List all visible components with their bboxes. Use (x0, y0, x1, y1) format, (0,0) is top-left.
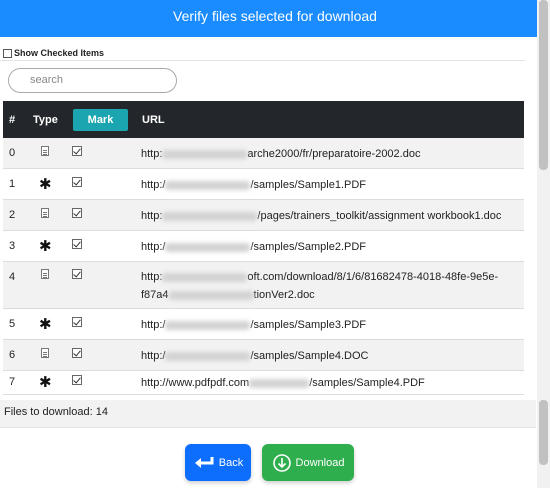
file-url: http:/ /samples/Sample2.PDF (141, 238, 519, 256)
mark-checkbox[interactable] (72, 239, 82, 249)
show-checked-label: Show Checked Items (14, 48, 105, 58)
search-input[interactable]: search (8, 68, 177, 93)
redacted-text (165, 351, 251, 361)
url-text: http:/ (141, 350, 166, 362)
show-checked-toggle[interactable]: Show Checked Items (3, 48, 104, 58)
redacted-text (165, 180, 251, 190)
url-text: /samples/Sample2.PDF (250, 241, 367, 253)
mark-checkbox[interactable] (72, 317, 82, 327)
url-text: http://www.pdfpdf.com (141, 377, 250, 389)
url-text: http:/ (141, 319, 166, 331)
mark-checkbox[interactable] (72, 375, 82, 385)
row-index: 5 (9, 318, 16, 330)
url-text: /samples/Sample3.PDF (250, 319, 367, 331)
row-index: 4 (9, 271, 16, 283)
redacted-text (165, 242, 251, 252)
url-text: /samples/Sample4.DOC (250, 350, 369, 362)
document-icon (39, 208, 51, 221)
redacted-text (162, 149, 248, 159)
asterisk-icon: ✱ (39, 176, 52, 193)
url-text: http: (141, 271, 163, 283)
file-url: http:/ /samples/Sample4.DOC (141, 347, 519, 365)
url-text: /samples/Sample4.PDF (309, 377, 425, 389)
download-button[interactable]: Download (262, 444, 354, 481)
asterisk-icon: ✱ (39, 374, 52, 391)
redacted-text (162, 272, 248, 282)
mark-button[interactable]: Mark (73, 109, 128, 131)
url-text: http:/ (141, 179, 166, 191)
column-header-url[interactable]: URL (142, 114, 165, 126)
mark-checkbox[interactable] (72, 177, 82, 187)
file-list: 0 http: arche2000/fr/preparatoire-2002.doc… (3, 138, 524, 395)
document-icon (39, 146, 51, 159)
scrollbar[interactable] (537, 0, 550, 488)
table-row[interactable]: 4 http: oft.com/download/8/1/6/81682478-40… (3, 262, 524, 309)
row-index: 7 (9, 376, 16, 388)
file-url: http:/ /samples/Sample3.PDF (141, 316, 519, 334)
url-text: f87a4 (141, 289, 169, 301)
scrollbar-thumb[interactable] (539, 0, 548, 170)
url-text: http:/ (141, 241, 166, 253)
redacted-text (249, 378, 310, 388)
asterisk-icon: ✱ (39, 238, 52, 255)
table-row[interactable]: 7 ✱ http://www.pdfpdf.com/samples/Sample4.… (3, 371, 524, 395)
document-icon (39, 269, 51, 282)
row-index: 2 (9, 209, 16, 221)
url-text: /pages/trainers_toolkit/assignment workb… (257, 210, 502, 222)
url-text: http: (141, 210, 163, 222)
column-header-type[interactable]: Type (33, 114, 58, 126)
download-label: Download (295, 456, 345, 469)
redacted-text (168, 290, 254, 300)
file-url: http://www.pdfpdf.com/samples/Sample4.PD… (141, 374, 519, 392)
column-header-index: # (9, 114, 16, 126)
table-row[interactable]: 2 http: /pages/trainers_toolkit/assignment… (3, 200, 524, 231)
url-text: /samples/Sample1.PDF (250, 179, 367, 191)
table-row[interactable]: 1 ✱ http:/ /samples/Sample1.PDF (3, 169, 524, 200)
back-button[interactable]: Back (185, 444, 251, 481)
url-text: http: (141, 148, 163, 160)
table-header: # Type Mark URL (3, 101, 524, 138)
table-row[interactable]: 6 http:/ /samples/Sample4.DOC (3, 340, 524, 371)
back-label: Back (218, 456, 244, 469)
mark-checkbox[interactable] (72, 348, 82, 358)
show-checked-checkbox[interactable] (3, 48, 12, 58)
document-icon (39, 348, 51, 361)
back-arrow-icon (193, 455, 215, 471)
mark-checkbox[interactable] (72, 269, 82, 279)
dialog-title: Verify files selected for download (0, 0, 550, 37)
url-text: oft.com/download/8/1/6/81682478-4018-48f… (247, 271, 499, 283)
file-url: http: oft.com/download/8/1/6/81682478-401… (141, 268, 519, 304)
scrollbar-thumb-lower[interactable] (539, 400, 548, 465)
table-row[interactable]: 0 http: arche2000/fr/preparatoire-2002.doc (3, 138, 524, 169)
download-circle-icon (272, 453, 292, 473)
files-count: Files to download: 14 (0, 400, 536, 428)
divider (0, 60, 525, 61)
file-url: http: arche2000/fr/preparatoire-2002.doc (141, 145, 519, 163)
file-url: http: /pages/trainers_toolkit/assignment … (141, 207, 519, 225)
url-text: tionVer2.doc (253, 289, 315, 301)
file-url: http:/ /samples/Sample1.PDF (141, 176, 519, 194)
mark-checkbox[interactable] (72, 208, 82, 218)
url-text: arche2000/fr/preparatoire-2002.doc (247, 148, 421, 160)
row-index: 1 (9, 178, 16, 190)
asterisk-icon: ✱ (39, 316, 52, 333)
row-index: 6 (9, 349, 16, 361)
redacted-text (165, 320, 251, 330)
row-index: 3 (9, 240, 16, 252)
redacted-text (162, 211, 258, 221)
row-index: 0 (9, 147, 16, 159)
mark-checkbox[interactable] (72, 146, 82, 156)
table-row[interactable]: 5 ✱ http:/ /samples/Sample3.PDF (3, 309, 524, 340)
table-row[interactable]: 3 ✱ http:/ /samples/Sample2.PDF (3, 231, 524, 262)
verify-download-dialog: Verify files selected for download Show … (0, 0, 550, 488)
